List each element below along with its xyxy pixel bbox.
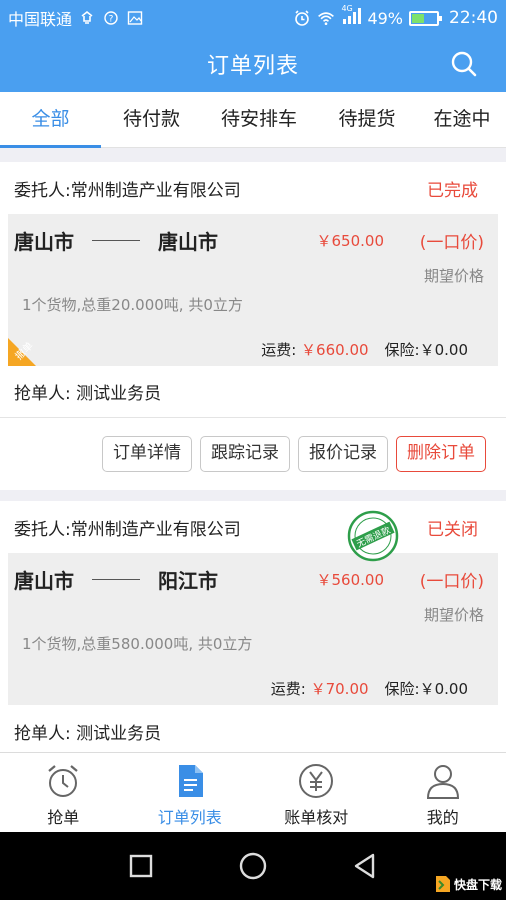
origin-city: 唐山市	[14, 230, 74, 254]
app-bar: 订单列表	[0, 36, 506, 92]
nav-grab-order[interactable]: 抢单	[0, 753, 127, 832]
order-card[interactable]: 委托人:常州制造产业有限公司 已关闭 唐山市 阳江市 ￥560.00 (一口价)…	[0, 501, 506, 752]
insurance-label: 保险:￥0.00	[384, 680, 468, 698]
goods-summary: 1个货物,总重580.000吨, 共0立方	[22, 635, 253, 653]
system-navigation-bar: 快盘下载	[0, 832, 506, 900]
nav-label: 账单核对	[284, 808, 349, 827]
destination-city: 阳江市	[158, 569, 218, 593]
order-actions: 订单详情 跟踪记录 报价记录 删除订单	[0, 418, 506, 490]
freight-value: ￥70.00	[310, 680, 369, 698]
expected-price-label: 期望价格	[423, 267, 484, 285]
grabber-label: 抢单人: 测试业务员	[14, 384, 162, 404]
nav-label: 抢单	[47, 808, 80, 827]
bottom-navigation: 抢单 订单列表 账单核对 我的	[0, 752, 506, 832]
tab-pending-pickup[interactable]: 待提货	[316, 92, 418, 147]
wifi-icon	[317, 9, 335, 27]
grabber-row: 抢单人: 测试业务员	[0, 705, 506, 757]
recent-apps-icon[interactable]	[125, 850, 157, 882]
order-status: 已完成	[427, 180, 478, 201]
tracking-record-button[interactable]: 跟踪记录	[200, 436, 290, 472]
nav-order-list[interactable]: 订单列表	[127, 753, 254, 832]
usb-icon	[78, 9, 96, 27]
notification-icon: ?	[102, 9, 120, 27]
order-price: ￥560.00	[316, 571, 385, 589]
no-refund-stamp-icon: 无需退款	[347, 510, 399, 562]
order-details-button[interactable]: 订单详情	[102, 436, 192, 472]
price-type: (一口价)	[419, 233, 484, 253]
order-summary[interactable]: 唐山市 唐山市 ￥650.00 (一口价) 期望价格 1个货物,总重20.000…	[8, 214, 498, 366]
watermark-text: 快盘下载	[453, 877, 502, 892]
watermark-logo: 快盘下载	[434, 874, 502, 894]
origin-city: 唐山市	[14, 569, 74, 593]
alarm-clock-icon	[44, 762, 82, 800]
nav-bill-check[interactable]: 账单核对	[253, 753, 380, 832]
tab-pending-payment[interactable]: 待付款	[101, 92, 202, 147]
network-type-label: 4G	[341, 4, 353, 13]
watermark-icon	[435, 876, 450, 892]
order-status-tabs: 全部 待付款 待安排车 待提货 在途中	[0, 92, 506, 148]
delete-order-button[interactable]: 删除订单	[396, 436, 486, 472]
order-status: 已关闭	[427, 519, 478, 540]
back-icon[interactable]	[349, 850, 381, 882]
grabber-row: 抢单人: 测试业务员	[0, 366, 506, 418]
freight-value: ￥660.00	[301, 341, 369, 359]
tab-pending-vehicle[interactable]: 待安排车	[202, 92, 316, 147]
route: 唐山市 唐山市	[14, 226, 218, 255]
route-dash	[92, 240, 140, 241]
expected-price-label: 期望价格	[423, 606, 484, 624]
fees-row: 运费: ￥660.00 保险:￥0.00	[261, 339, 468, 360]
page-title: 订单列表	[206, 54, 299, 79]
order-summary[interactable]: 唐山市 阳江市 ￥560.00 (一口价) 期望价格 1个货物,总重580.00…	[8, 553, 498, 705]
quote-record-button[interactable]: 报价记录	[298, 436, 388, 472]
goods-summary: 1个货物,总重20.000吨, 共0立方	[22, 296, 243, 314]
grabber-label: 抢单人: 测试业务员	[14, 723, 162, 744]
consignor-label: 委托人:常州制造产业有限公司	[14, 519, 241, 540]
alarm-icon	[293, 9, 311, 27]
tab-in-transit[interactable]: 在途中	[418, 92, 506, 147]
search-icon[interactable]	[448, 48, 480, 80]
destination-city: 唐山市	[158, 230, 218, 254]
image-icon	[126, 9, 144, 27]
battery-percent: 49%	[367, 8, 403, 28]
freight-label: 运费:	[270, 680, 311, 698]
consignor-label: 委托人:常州制造产业有限公司	[14, 180, 241, 201]
fees-row: 运费: ￥70.00 保险:￥0.00	[271, 678, 468, 699]
user-icon	[424, 762, 462, 800]
route-dash	[92, 579, 140, 580]
cancelled-corner-badge: 撤单	[8, 330, 44, 366]
nav-mine[interactable]: 我的	[380, 753, 506, 832]
price-type: (一口价)	[419, 572, 484, 592]
status-bar: 中国联通 ? 4G 49% 22:40	[0, 0, 506, 36]
svg-text:?: ?	[109, 15, 114, 25]
document-icon	[171, 762, 209, 800]
nav-label: 我的	[426, 808, 459, 827]
tab-all[interactable]: 全部	[0, 92, 101, 148]
carrier-label: 中国联通	[8, 10, 73, 29]
order-card[interactable]: 委托人:常州制造产业有限公司 已完成 唐山市 唐山市 ￥650.00 (一口价)…	[0, 162, 506, 490]
order-price: ￥650.00	[316, 232, 385, 250]
nav-label: 订单列表	[157, 808, 222, 827]
home-icon[interactable]	[237, 850, 269, 882]
freight-label: 运费:	[261, 341, 302, 359]
yen-icon	[297, 762, 335, 800]
route: 唐山市 阳江市	[14, 565, 218, 594]
battery-icon	[409, 10, 442, 26]
clock: 22:40	[449, 8, 498, 28]
insurance-label: 保险:￥0.00	[384, 341, 468, 359]
